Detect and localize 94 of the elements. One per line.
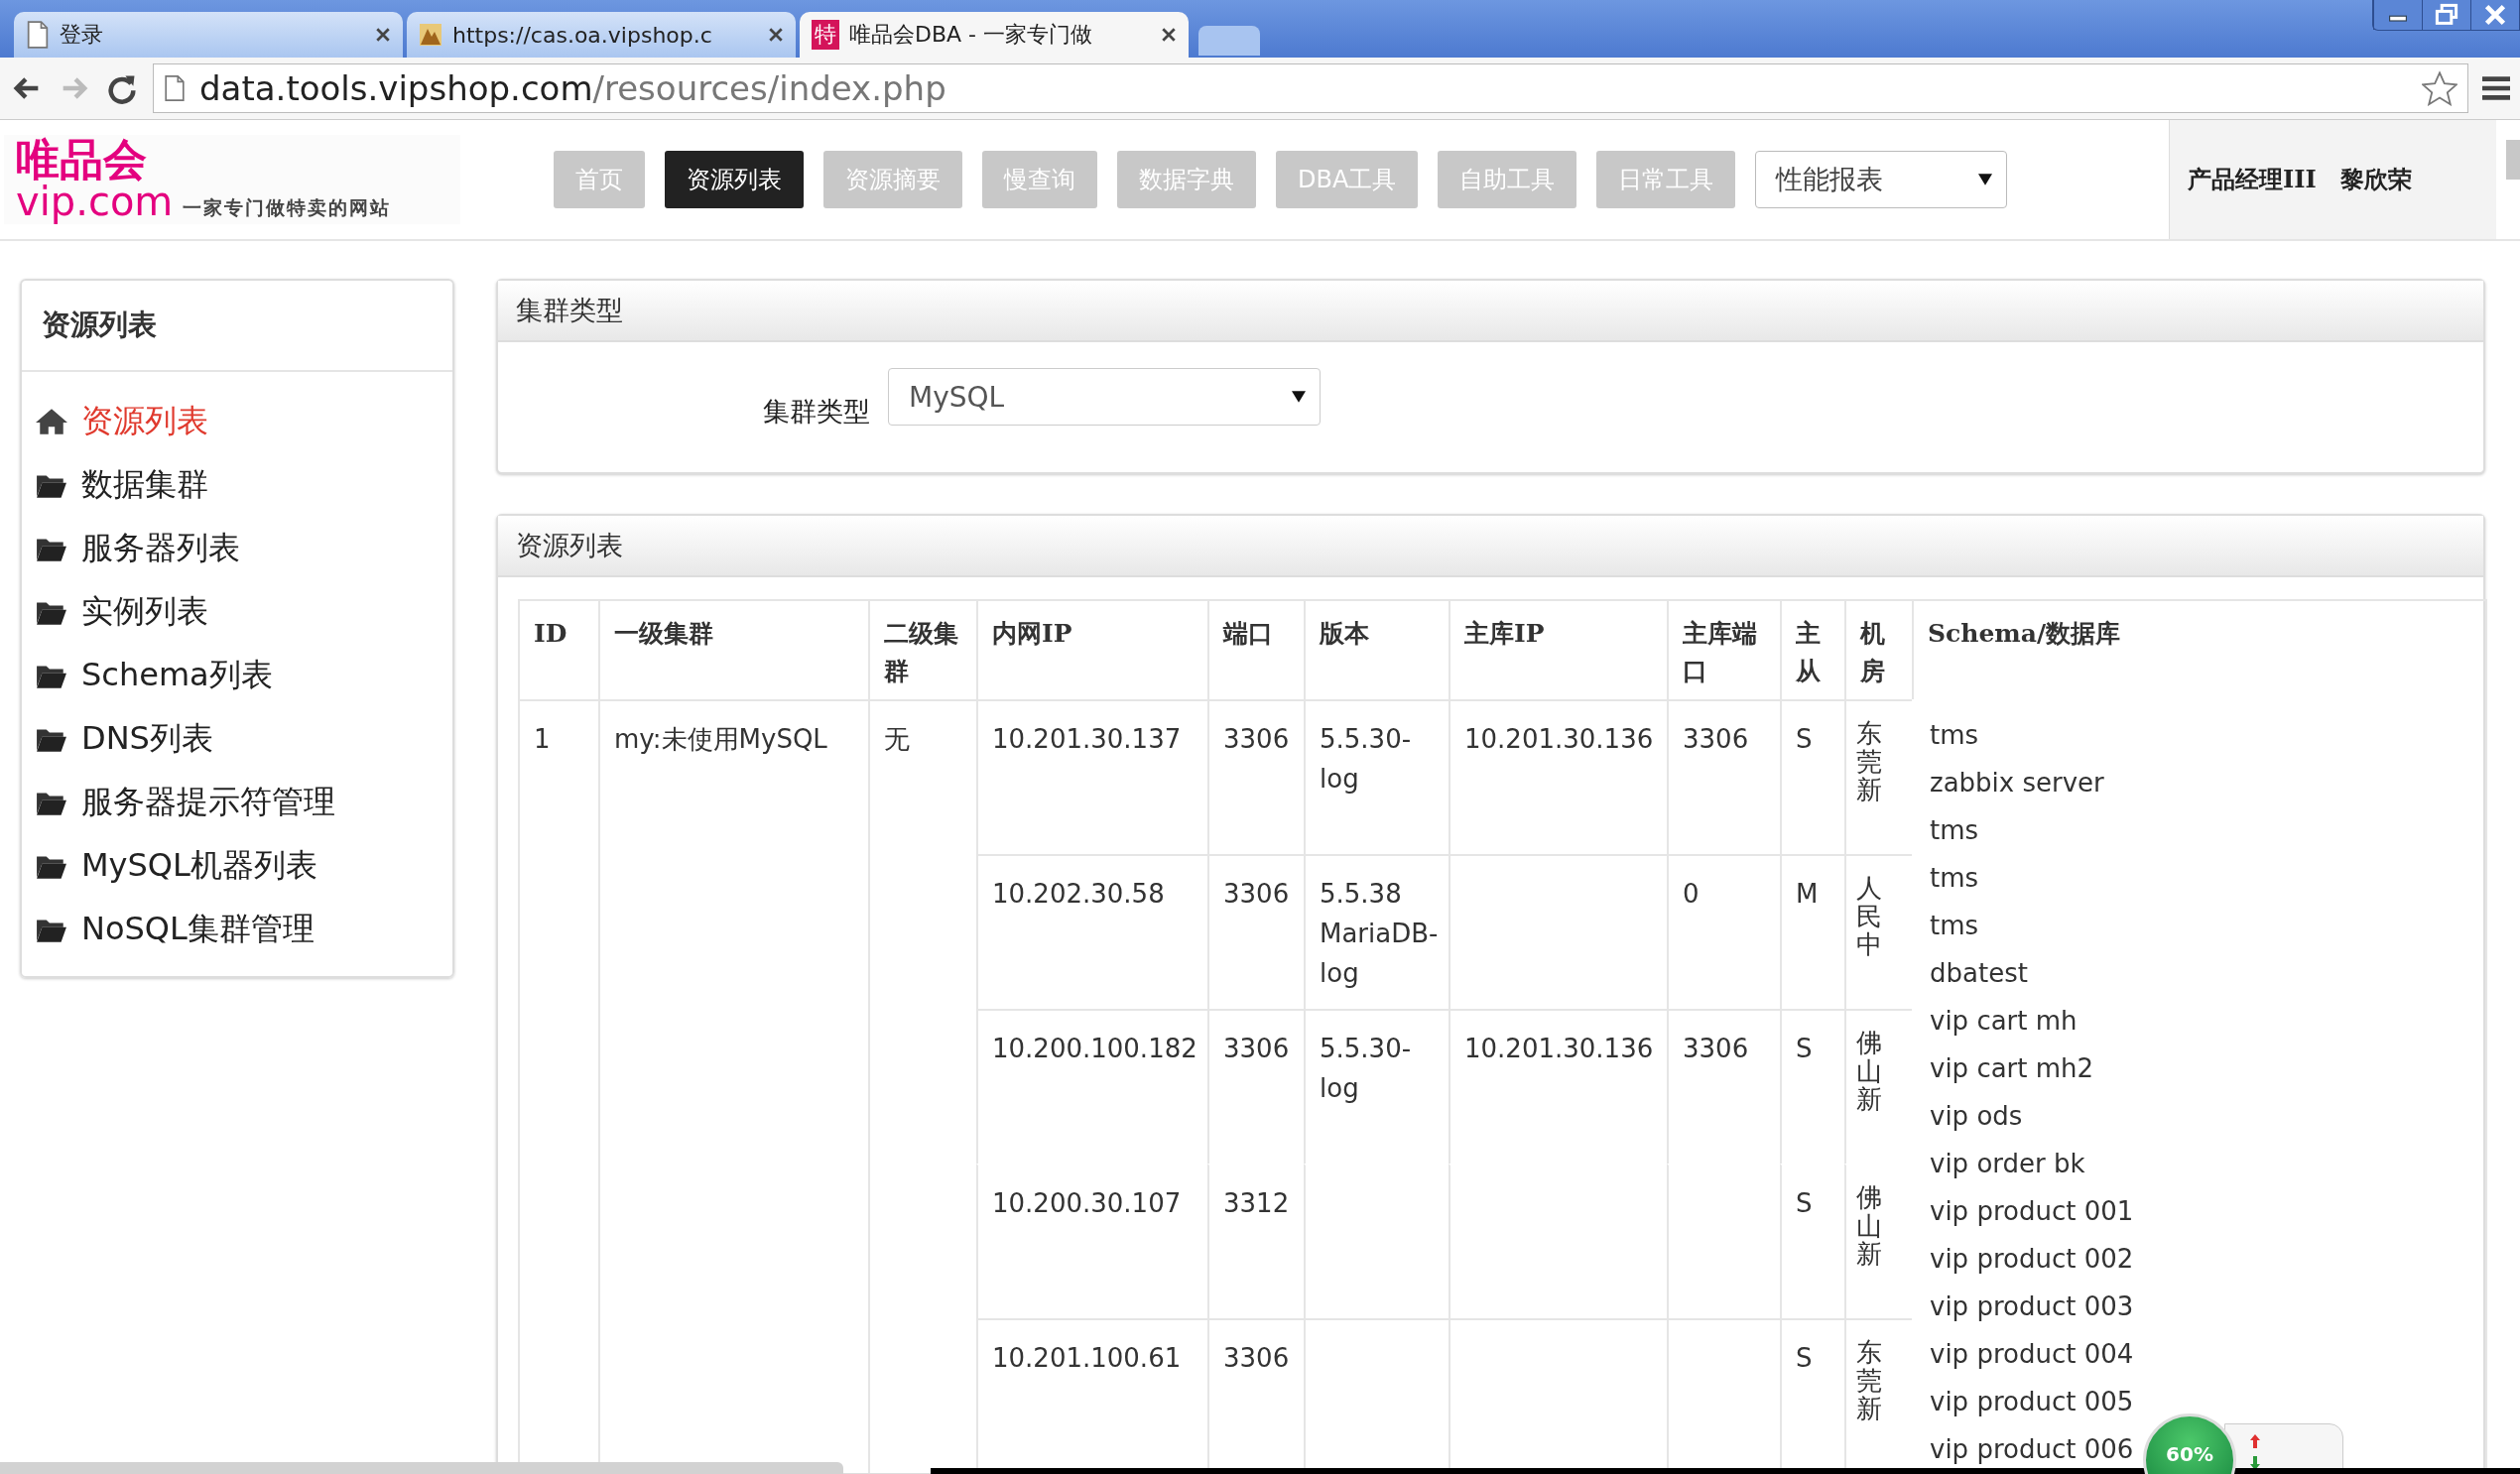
table-cell: 3306 (1667, 699, 1780, 854)
table-cell: S (1780, 699, 1844, 854)
table-cell: S (1780, 1009, 1844, 1164)
tab-title: 登录 (60, 21, 104, 49)
sidebar-item[interactable]: MySQL机器列表 (36, 834, 439, 898)
table-cell: 人民中 (1844, 854, 1912, 1009)
address-field[interactable]: data.tools.vipshop.com/resources/index.php (153, 63, 2468, 113)
sidebar-item[interactable]: DNS列表 (36, 707, 439, 771)
schema-name: vip product 004 (1930, 1338, 2134, 1371)
panel-title: 资源列表 (516, 529, 623, 562)
close-icon[interactable] (1161, 27, 1177, 43)
schema-name: tms (1930, 910, 1979, 942)
sidebar-item[interactable]: 数据集群 (36, 453, 439, 517)
schema-name: vip product 001 (1930, 1195, 2134, 1228)
column-header: 端口 (1207, 599, 1304, 699)
schema-name: vip product 003 (1930, 1290, 2134, 1323)
table-cell: 3306 (1667, 1009, 1780, 1164)
table-cell: 0 (1667, 854, 1780, 1009)
caret-icon (1292, 391, 1306, 403)
column-header: 主从 (1780, 599, 1844, 699)
close-icon[interactable] (768, 27, 784, 43)
nav-dropdown[interactable]: 性能报表 (1755, 151, 2008, 208)
menu-icon[interactable] (2482, 74, 2510, 102)
cluster-type-select[interactable]: MySQL (888, 368, 1321, 426)
table-cell: 10.200.100.182 (976, 1009, 1207, 1164)
browser-tab[interactable]: 登录 (14, 12, 403, 58)
browser-tab[interactable]: https://cas.oa.vipshop.c (407, 12, 796, 58)
schema-name: vip cart mh (1930, 1005, 2078, 1038)
user-role: 产品经理III (2188, 164, 2317, 195)
sidebar-item[interactable]: Schema列表 (36, 644, 439, 707)
table-cell: 10.201.30.136 (1449, 699, 1667, 854)
table-cell: 10.202.30.58 (976, 854, 1207, 1009)
table-cell: 3306 (1207, 1009, 1304, 1164)
sidebar-item[interactable]: 服务器列表 (36, 517, 439, 580)
slogan: 一家专门做特卖的网站 (183, 195, 392, 220)
schema-name: dbatest (1930, 957, 2028, 990)
tab-title: https://cas.oa.vipshop.c (452, 22, 713, 48)
column-header: 主库IP (1449, 599, 1667, 699)
table-cell: 3306 (1207, 854, 1304, 1009)
table-cell: 5.5.38 MariaDB-log (1304, 854, 1449, 1009)
favicon-badge: 特 (812, 20, 839, 50)
user-name: 黎欣荣 (2339, 164, 2412, 195)
scrollbar-thumb[interactable] (2506, 140, 2520, 180)
page-icon (26, 21, 50, 49)
caret-icon (1978, 174, 1993, 185)
column-header: Schema/数据库 (1912, 599, 2485, 699)
schema-name: zabbix server (1930, 767, 2104, 799)
table-cell: 3312 (1207, 1164, 1304, 1318)
column-header: 机房 (1844, 599, 1912, 699)
home-icon (36, 408, 67, 435)
logo[interactable]: 唯品会 vip.com 一家专门做特卖的网站 (4, 135, 460, 224)
field-label: 集群类型 (762, 395, 870, 429)
schema-name: vip product 005 (1930, 1386, 2134, 1418)
browser-tab[interactable]: 特 唯品会DBA - 一家专门做 (800, 12, 1189, 58)
table-cell: 佛山新 (1844, 1164, 1912, 1318)
schema-name: vip ods (1930, 1100, 2023, 1133)
table-cell: 10.201.30.137 (976, 699, 1207, 854)
image-icon (419, 21, 442, 49)
table-cell: M (1780, 854, 1844, 1009)
table-cell: 3306 (1207, 699, 1304, 854)
column-header: 主库端口 (1667, 599, 1780, 699)
column-header: 一级集群 (598, 599, 868, 699)
panel-title: 集群类型 (516, 294, 623, 327)
sidebar-item[interactable]: 服务器提示符管理 (36, 771, 439, 834)
column-header: 版本 (1304, 599, 1449, 699)
logo-text: 唯品会 (16, 138, 148, 182)
sidebar-item[interactable]: 实例列表 (36, 580, 439, 644)
schema-name: vip product 002 (1930, 1243, 2134, 1276)
schema-name: tms (1930, 814, 1979, 847)
table-cell: 5.5.30-log (1304, 699, 1449, 854)
sidebar-title: 资源列表 (42, 307, 157, 343)
column-header: 内网IP (976, 599, 1207, 699)
tab-title: 唯品会DBA - 一家专门做 (849, 21, 1093, 49)
url-text: data.tools.vipshop.com/resources/index.php (199, 68, 947, 108)
page-icon (164, 74, 186, 102)
sidebar-item[interactable]: 资源列表 (36, 390, 439, 453)
table-cell: 10.201.30.136 (1449, 1009, 1667, 1164)
nav-button[interactable]: 资源列表 (665, 151, 804, 208)
close-icon[interactable] (375, 27, 391, 43)
schema-name: vip cart mh2 (1930, 1052, 2094, 1085)
schema-name: tms (1930, 719, 1979, 752)
star-icon[interactable] (2422, 70, 2457, 106)
schema-name: tms (1930, 862, 1979, 895)
table-cell: 10.200.30.107 (976, 1164, 1207, 1318)
table-cell: 佛山新 (1844, 1009, 1912, 1164)
schema-name: vip order bk (1930, 1148, 2085, 1180)
scrollbar-thumb[interactable] (0, 1462, 843, 1474)
sidebar-item[interactable]: NoSQL集群管理 (36, 898, 439, 961)
table-cell: 东莞新 (1844, 699, 1912, 854)
column-header: ID (518, 599, 598, 699)
schema-name: vip product 006 (1930, 1433, 2134, 1466)
column-header: 二级集群 (868, 599, 976, 699)
table-cell: 5.5.30-log (1304, 1009, 1449, 1164)
table-cell: S (1780, 1164, 1844, 1318)
